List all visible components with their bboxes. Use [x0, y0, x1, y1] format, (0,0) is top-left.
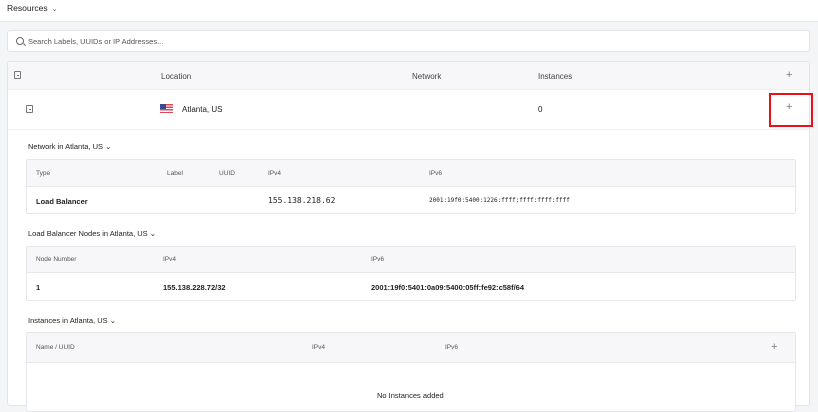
- chevron-down-icon: ⌄: [149, 229, 157, 238]
- chevron-down-icon: ⌄: [51, 6, 58, 13]
- col-location: Location: [161, 72, 192, 81]
- col-instances: Instances: [538, 72, 573, 81]
- col-ipv6: IPv6: [371, 256, 385, 263]
- table-header: Name / UUID IPv4 IPv6 +: [27, 333, 795, 363]
- search-box: [7, 30, 810, 52]
- col-ipv6: IPv6: [445, 344, 459, 351]
- add-instance-icon[interactable]: +: [771, 341, 777, 353]
- col-name-uuid: Name / UUID: [36, 344, 75, 351]
- ipv6-cell: 2001:19f0:5400:1226:ffff:ffff:ffff:ffff: [429, 197, 570, 204]
- nodes-table: Node Number IPv4 IPv6 1 155.138.228.72/3…: [26, 246, 796, 301]
- ipv6-cell: 2001:19f0:5401:0a09:5400:05ff:fe92:c58f/…: [371, 283, 525, 292]
- search-input[interactable]: [28, 34, 798, 49]
- top-bar: Resources ⌄: [0, 0, 818, 22]
- empty-state-text: No Instances added: [377, 391, 444, 400]
- nodes-section-toggle[interactable]: Load Balancer Nodes in Atlanta, US ⌄: [28, 229, 156, 238]
- resources-label: Resources: [7, 3, 48, 13]
- col-node-number: Node Number: [36, 256, 77, 263]
- chevron-down-icon: ⌄: [109, 316, 117, 325]
- table-header: Type Label UUID IPv4 IPv6: [27, 160, 795, 187]
- col-ipv4: IPv4: [268, 170, 282, 177]
- section-title: Network in Atlanta, US: [28, 142, 104, 151]
- col-type: Type: [36, 170, 51, 177]
- section-title: Load Balancer Nodes in Atlanta, US: [28, 229, 148, 238]
- network-section-toggle[interactable]: Network in Atlanta, US ⌄: [28, 142, 111, 151]
- node-number-cell: 1: [36, 283, 41, 292]
- ipv4-cell: 155.138.228.72/32: [163, 283, 226, 292]
- search-icon: [16, 37, 24, 45]
- network-table: Type Label UUID IPv4 IPv6 Load Balancer …: [26, 159, 796, 214]
- col-network: Network: [412, 72, 442, 81]
- chevron-down-icon: ⌄: [105, 142, 112, 151]
- highlight-box: [769, 93, 813, 127]
- col-ipv6: IPv6: [429, 170, 443, 177]
- col-ipv4: IPv4: [163, 256, 177, 263]
- table-row[interactable]: Atlanta, US 0 +: [8, 90, 809, 130]
- location-name: Atlanta, US: [182, 105, 223, 114]
- locations-table: Location Network Instances + Atlanta, US…: [7, 61, 813, 412]
- section-title: Instances in Atlanta, US: [28, 316, 108, 325]
- collapse-all-icon[interactable]: [14, 71, 21, 79]
- table-header: Node Number IPv4 IPv6: [27, 247, 795, 273]
- type-cell: Load Balancer: [36, 197, 88, 206]
- instance-count: 0: [538, 105, 543, 114]
- col-ipv4: IPv4: [312, 344, 326, 351]
- instances-section-toggle[interactable]: Instances in Atlanta, US ⌄: [28, 316, 116, 325]
- us-flag-icon: [160, 104, 173, 113]
- ipv4-cell: 155.138.218.62: [268, 196, 336, 205]
- resources-menu[interactable]: Resources ⌄: [7, 3, 58, 13]
- plus-icon[interactable]: +: [786, 69, 792, 81]
- instances-table: Name / UUID IPv4 IPv6 + No Instances add…: [26, 332, 796, 412]
- table-header: Location Network Instances +: [8, 62, 809, 90]
- col-uuid: UUID: [219, 170, 235, 177]
- collapse-icon[interactable]: [26, 105, 33, 113]
- col-label: Label: [167, 170, 183, 177]
